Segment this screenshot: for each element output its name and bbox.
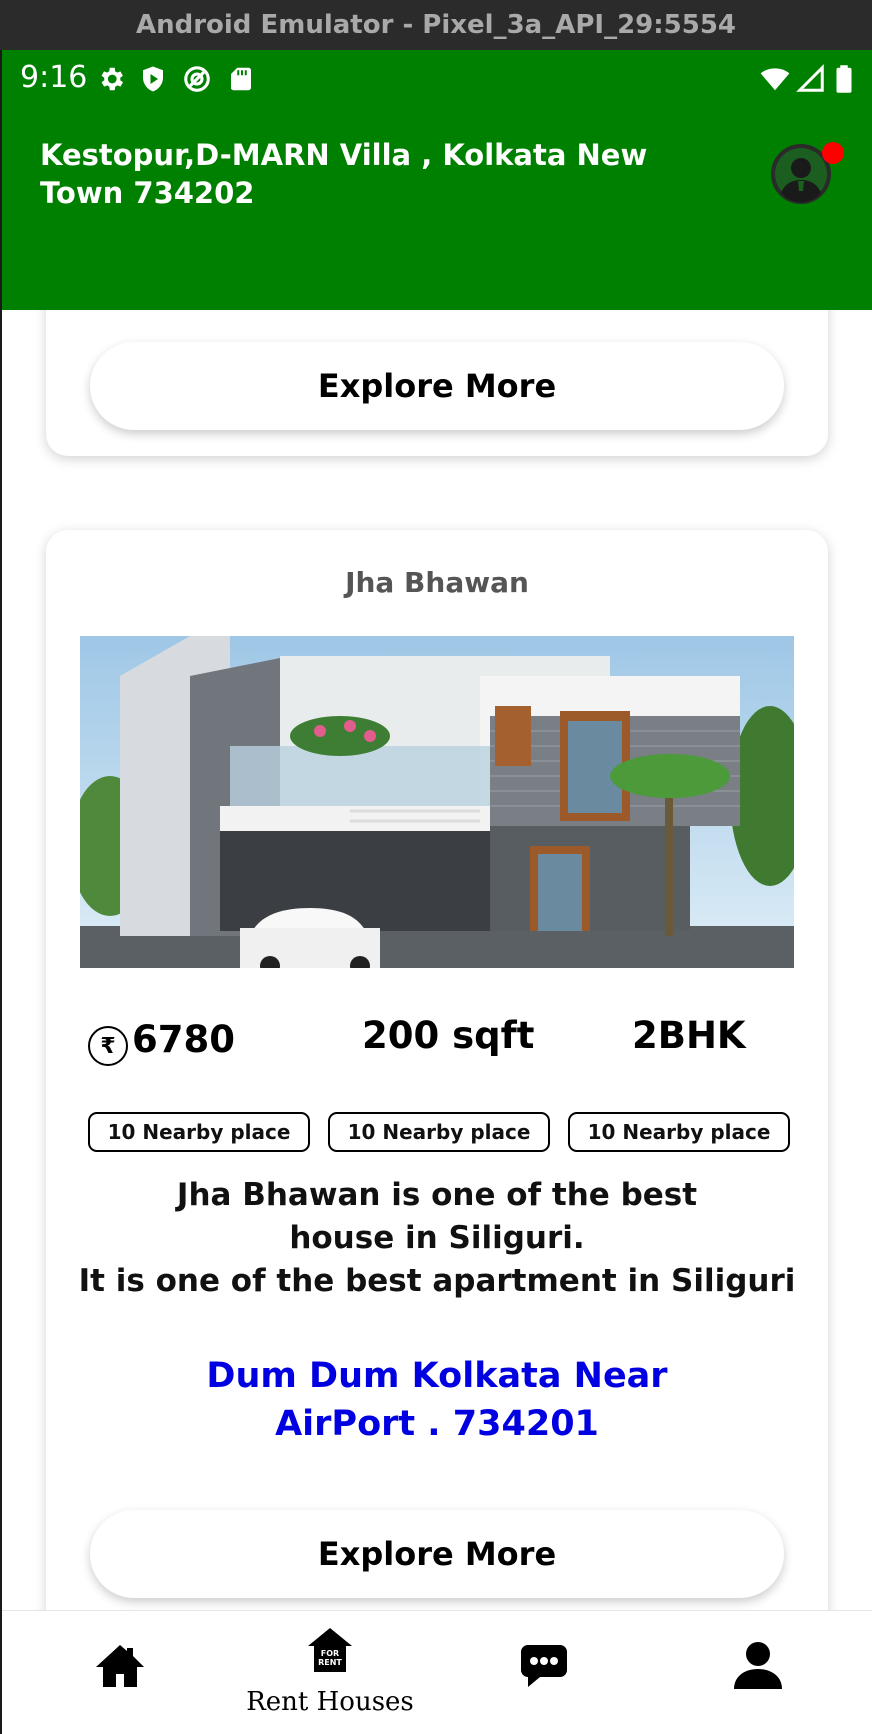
settings-icon [101,67,123,91]
battery-icon [836,65,852,93]
no-tracking-icon [184,66,210,92]
listing-description: Jha Bhawan is one of the best house in S… [66,1174,808,1303]
rupee-icon: ₹ [88,1026,128,1066]
svg-text:FOR: FOR [321,1649,339,1658]
nearby-chip[interactable]: 10 Nearby place [568,1112,790,1152]
listing-bhk: 2BHK [632,1014,746,1057]
listing-address[interactable]: Dum Dum Kolkata Near AirPort . 734201 [66,1352,808,1448]
status-bar: 9:16 [2,50,872,110]
nav-rent-houses[interactable]: FOR RENT Rent Houses [230,1611,430,1734]
window-title: Android Emulator - Pixel_3a_API_29:5554 [0,0,872,50]
current-location[interactable]: Kestopur,D-MARN Villa , Kolkata New Town… [40,136,680,212]
explore-more-button[interactable]: Explore More [90,342,784,430]
listing-card: Jha Bhawan ₹ 6780 200 sqft 2BHK 10 Nearb… [46,530,828,1632]
phone-screen: 9:16 Kestopur,D-MARN Villa , Kolkata New… [2,50,872,1734]
listing-price: 6780 [132,1018,235,1061]
nav-profile[interactable] [658,1611,858,1734]
sd-card-icon [231,67,251,91]
listings-scroll[interactable]: Explore More Jha Bhawan ₹ 6780 200 sqft … [2,310,872,1660]
nav-home[interactable] [20,1611,220,1734]
status-time: 9:16 [20,60,88,95]
description-line-2: It is one of the best apartment in Silig… [78,1263,796,1299]
listing-card-previous: Explore More [46,310,828,456]
description-line-1: Jha Bhawan is one of the best house in S… [176,1177,698,1256]
explore-more-button[interactable]: Explore More [90,1510,784,1598]
svg-text:RENT: RENT [318,1658,342,1667]
listing-title: Jha Bhawan [345,566,529,599]
home-icon [96,1645,144,1687]
notification-dot [822,142,844,164]
house-photo[interactable] [80,636,794,968]
nearby-chip[interactable]: 10 Nearby place [88,1112,310,1152]
wifi-icon [760,68,790,91]
nav-chat[interactable] [444,1611,644,1734]
signal-icon [796,64,824,92]
listing-area: 200 sqft [362,1014,535,1057]
chat-icon [521,1645,567,1687]
nearby-chip[interactable]: 10 Nearby place [328,1112,550,1152]
nav-rent-houses-label: Rent Houses [246,1687,414,1717]
profile-icon [734,1642,782,1689]
bottom-nav: FOR RENT Rent Houses [2,1610,872,1734]
for-rent-icon: FOR RENT [308,1628,352,1672]
shield-play-icon [143,66,163,92]
